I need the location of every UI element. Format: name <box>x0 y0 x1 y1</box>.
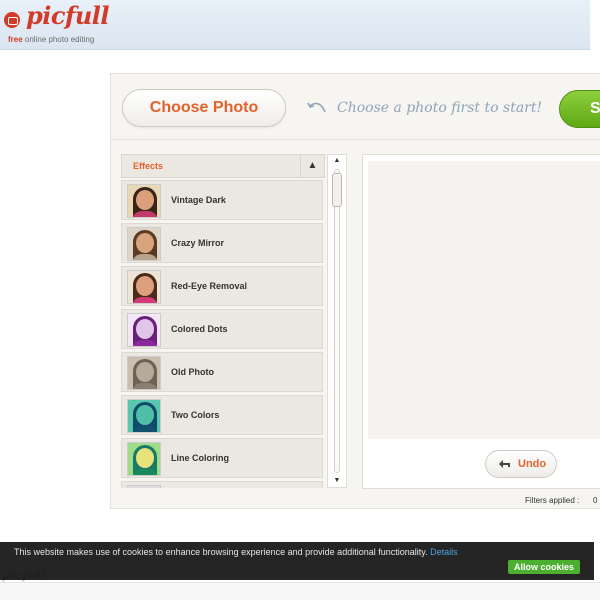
effect-item[interactable]: Line Coloring <box>121 438 323 478</box>
effect-thumbnail <box>127 442 161 476</box>
footer-strip <box>0 582 600 600</box>
effects-title: Effects <box>133 161 164 171</box>
undo-label: Undo <box>518 458 547 470</box>
tagline-free: free <box>8 35 23 44</box>
effect-thumbnail <box>127 485 161 488</box>
effect-item[interactable]: Red-Eye Removal <box>121 266 323 306</box>
effect-label: Two Colors <box>171 410 220 420</box>
effect-thumbnail <box>127 227 161 261</box>
thumbnail-face <box>136 405 154 425</box>
scroll-thumb[interactable] <box>332 173 342 207</box>
effect-label: Old Photo <box>171 367 214 377</box>
scroll-down-icon[interactable]: ▼ <box>328 475 346 487</box>
editor-toolbar: Choose Photo Choose a photo first to sta… <box>111 74 600 140</box>
effect-label: Line Coloring <box>171 453 229 463</box>
camera-icon <box>4 12 20 28</box>
choose-photo-hint: Choose a photo first to start! <box>337 100 543 116</box>
thumbnail-face <box>136 319 154 339</box>
effect-item[interactable]: Two Colors <box>121 395 323 435</box>
collapse-arrow-icon[interactable]: ▲ <box>300 155 324 177</box>
thumbnail-face <box>136 233 154 253</box>
photo-canvas-frame: Undo <box>362 154 600 489</box>
cookie-banner: This website makes use of cookies to enh… <box>0 542 594 580</box>
logo-tagline: free online photo editing <box>8 35 94 44</box>
curved-arrow-icon <box>307 102 326 113</box>
effects-header[interactable]: Effects ▲ <box>121 154 325 178</box>
cookie-message-text: This website makes use of cookies to enh… <box>14 547 431 557</box>
effect-label: Colored Dots <box>171 324 228 334</box>
site-header: picfull free online photo editing <box>0 0 590 50</box>
undo-arrow-icon <box>499 460 510 468</box>
effect-thumbnail <box>127 399 161 433</box>
effects-scrollbar[interactable]: ▲ ▼ <box>327 154 347 488</box>
undo-button[interactable]: Undo <box>485 450 557 478</box>
effect-thumbnail <box>127 356 161 390</box>
effect-label: Red-Eye Removal <box>171 281 248 291</box>
effect-label: Crazy Mirror <box>171 238 225 248</box>
effect-item[interactable]: Crazy Mirror <box>121 223 323 263</box>
thumbnail-face <box>136 190 154 210</box>
effect-item[interactable]: Vintage Dark <box>121 180 323 220</box>
effect-item[interactable] <box>121 481 323 488</box>
effect-thumbnail <box>127 184 161 218</box>
effect-item[interactable]: Colored Dots <box>121 309 323 349</box>
effect-thumbnail <box>127 313 161 347</box>
scroll-track[interactable] <box>334 169 340 473</box>
choose-photo-button[interactable]: Choose Photo <box>122 89 286 127</box>
logo-text: picfull <box>26 1 110 30</box>
effect-list: Vintage Dark Crazy Mirror Red-Eye Removal C… <box>121 180 325 488</box>
thumbnail-face <box>136 448 154 468</box>
filters-applied-count: 0 <box>593 496 598 505</box>
thumbnail-face <box>136 276 154 296</box>
save-button[interactable]: S <box>559 90 600 128</box>
filters-applied-label: Filters applied : <box>525 496 580 505</box>
tagline-rest: online photo editing <box>22 35 95 44</box>
thumbnail-face <box>136 362 154 382</box>
editor-panel: Choose Photo Choose a photo first to sta… <box>110 73 600 509</box>
allow-cookies-button[interactable]: Allow cookies <box>508 560 580 574</box>
effect-label: Vintage Dark <box>171 195 226 205</box>
cookie-details-link[interactable]: Details <box>430 547 458 557</box>
effect-thumbnail <box>127 270 161 304</box>
effects-panel: Effects ▲ Vintage Dark Crazy Mirror Red-Ey… <box>121 154 325 488</box>
scroll-up-icon[interactable]: ▲ <box>328 155 346 167</box>
page: picfull free online photo editing Choose… <box>0 0 600 600</box>
effect-item[interactable]: Old Photo <box>121 352 323 392</box>
photo-canvas[interactable] <box>368 161 600 439</box>
cookie-message: This website makes use of cookies to enh… <box>14 547 458 557</box>
